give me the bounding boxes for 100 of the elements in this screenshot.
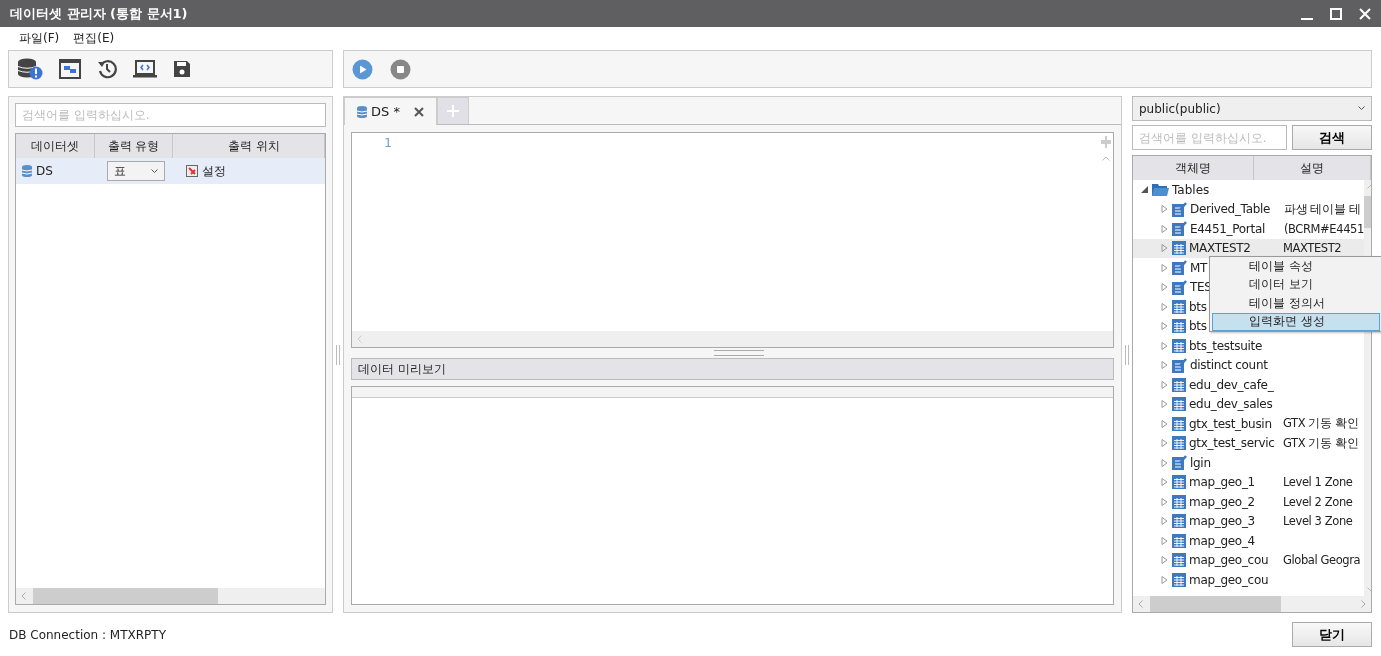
new-tab-button[interactable] <box>436 97 469 124</box>
table-icon <box>1172 299 1186 314</box>
database-warning-icon[interactable] <box>17 58 43 80</box>
tree-item-description: MAXTEST2 <box>1283 241 1342 256</box>
horizontal-scrollbar[interactable] <box>1133 596 1371 612</box>
stop-icon[interactable] <box>390 58 411 80</box>
tree-item-name: map_geo_4 <box>1189 533 1255 548</box>
column-header[interactable]: 객체명 <box>1133 156 1254 180</box>
table-cell: DS <box>36 164 53 178</box>
output-type-dropdown[interactable]: 표 <box>107 161 165 181</box>
expand-arrow-icon[interactable] <box>1159 478 1169 487</box>
save-icon[interactable] <box>173 60 191 78</box>
table-icon <box>1172 416 1186 431</box>
expand-arrow-icon[interactable] <box>1159 439 1169 448</box>
edit-table-icon <box>1172 221 1187 237</box>
tree-item-description: Level 1 Zone <box>1283 475 1353 490</box>
expand-arrow-icon[interactable] <box>1159 361 1169 370</box>
close-button[interactable]: 닫기 <box>1292 622 1372 647</box>
expand-arrow-icon[interactable] <box>1159 556 1169 565</box>
menu-item[interactable]: 테이블 정의서 <box>1212 294 1380 313</box>
tree-item[interactable]: Tables <box>1172 182 1210 197</box>
section-header: 데이터 미리보기 <box>351 358 1114 380</box>
chevron-right-icon[interactable] <box>1361 600 1366 608</box>
expand-arrow-icon[interactable] <box>1159 244 1169 253</box>
horizontal-scrollbar[interactable] <box>16 588 325 604</box>
tree-item-name: map_geo_cou <box>1189 572 1269 587</box>
tree-item-name: map_geo_3 <box>1189 514 1255 529</box>
expand-arrow-icon[interactable] <box>1159 400 1169 409</box>
expand-arrow-icon[interactable] <box>1159 536 1169 545</box>
search-button[interactable]: 검색 <box>1292 125 1372 150</box>
expand-arrow-icon[interactable] <box>1159 419 1169 428</box>
table-icon <box>1172 494 1186 509</box>
menu-item[interactable]: 데이터 보기 <box>1212 275 1380 294</box>
collapse-arrow-icon[interactable] <box>1139 186 1149 194</box>
menu-item[interactable]: 테이블 속성 <box>1212 257 1380 276</box>
tree-item-name: gtx_test_servic <box>1189 436 1275 451</box>
plus-icon <box>446 105 459 117</box>
history-icon[interactable] <box>97 59 117 79</box>
search-field[interactable]: 검색어를 입력하십시오. <box>1132 125 1287 150</box>
menu-item[interactable]: 편집(E) <box>73 30 115 47</box>
table-cell: 설정 <box>202 162 226 180</box>
close-icon[interactable] <box>413 106 424 117</box>
database-icon <box>357 105 367 118</box>
menu-item[interactable]: 파일(F) <box>19 30 60 47</box>
expand-arrow-icon[interactable] <box>1159 224 1169 233</box>
tree-item-name: lgin <box>1190 455 1211 470</box>
tree-item-name: edu_dev_cafe_ <box>1189 377 1274 392</box>
expand-arrow-icon[interactable] <box>1159 205 1169 214</box>
tree-item-name: edu_dev_sales <box>1189 397 1273 412</box>
selected-tree-row[interactable]: MAXTEST2 MAXTEST2 <box>1133 238 1364 258</box>
tab-label: DS * <box>371 104 400 119</box>
edit-table-icon <box>1172 201 1187 217</box>
menu-item[interactable]: 입력화면 생성 <box>1212 312 1380 331</box>
horizontal-scrollbar[interactable] <box>352 331 1113 347</box>
chevron-left-icon[interactable] <box>1138 600 1143 608</box>
table-row[interactable]: DS 표 설정 <box>16 158 325 184</box>
editor-tab[interactable]: DS * <box>344 97 437 125</box>
expand-arrow-icon[interactable] <box>1159 341 1169 350</box>
edit-table-icon <box>1172 260 1187 276</box>
search-field[interactable]: 검색어를 입력하십시오. <box>15 103 326 127</box>
play-icon[interactable] <box>352 58 373 80</box>
diagram-window-icon[interactable] <box>59 59 81 79</box>
expand-arrow-icon[interactable] <box>1159 458 1169 467</box>
expand-arrow-icon[interactable] <box>1159 575 1169 584</box>
table-icon <box>1172 397 1186 412</box>
schema-dropdown[interactable]: public(public) <box>1132 96 1372 121</box>
table-icon <box>1172 436 1186 451</box>
laptop-code-icon[interactable] <box>133 59 157 79</box>
expand-arrow-icon[interactable] <box>1159 263 1169 272</box>
expand-arrow-icon[interactable] <box>1159 517 1169 526</box>
tree-item-name: bts <box>1189 299 1207 314</box>
expand-arrow-icon[interactable] <box>1159 380 1169 389</box>
maximize-icon[interactable] <box>1330 7 1342 20</box>
table-icon <box>1172 475 1186 490</box>
expand-arrow-icon[interactable] <box>1159 283 1169 292</box>
tree-item-description: (BCRM#E4451 <box>1284 221 1364 236</box>
settings-chart-icon[interactable] <box>186 165 198 177</box>
expand-arrow-icon[interactable] <box>1159 302 1169 311</box>
table-icon <box>1172 377 1186 392</box>
expand-arrow-icon[interactable] <box>1159 497 1169 506</box>
status-text: DB Connection : MTXRPTY <box>9 627 166 642</box>
splitter-handle[interactable] <box>714 350 764 356</box>
tree-item-description: GTX 기동 확인 <box>1283 416 1359 432</box>
chevron-left-icon[interactable] <box>21 592 26 600</box>
table-icon <box>1172 338 1186 353</box>
expand-arrow-icon[interactable] <box>1159 322 1169 331</box>
split-handle-icon[interactable] <box>1101 136 1111 148</box>
edit-table-icon <box>1172 455 1187 471</box>
tree-item-description: 파생 테이블 테 <box>1284 201 1361 217</box>
table-icon <box>1172 553 1186 568</box>
tree-item-description: Level 2 Zone <box>1283 494 1353 509</box>
edit-table-icon <box>1172 279 1187 295</box>
chevron-left-icon[interactable] <box>357 335 362 343</box>
edit-table-icon <box>1172 357 1187 373</box>
tree-item-name: map_geo_1 <box>1189 475 1255 490</box>
table-icon <box>1172 514 1186 529</box>
database-icon <box>22 165 32 177</box>
tree-item-name: distinct count <box>1190 358 1268 373</box>
tree-item-name: MAXTEST2 <box>1189 241 1251 256</box>
table-icon <box>1172 319 1186 334</box>
